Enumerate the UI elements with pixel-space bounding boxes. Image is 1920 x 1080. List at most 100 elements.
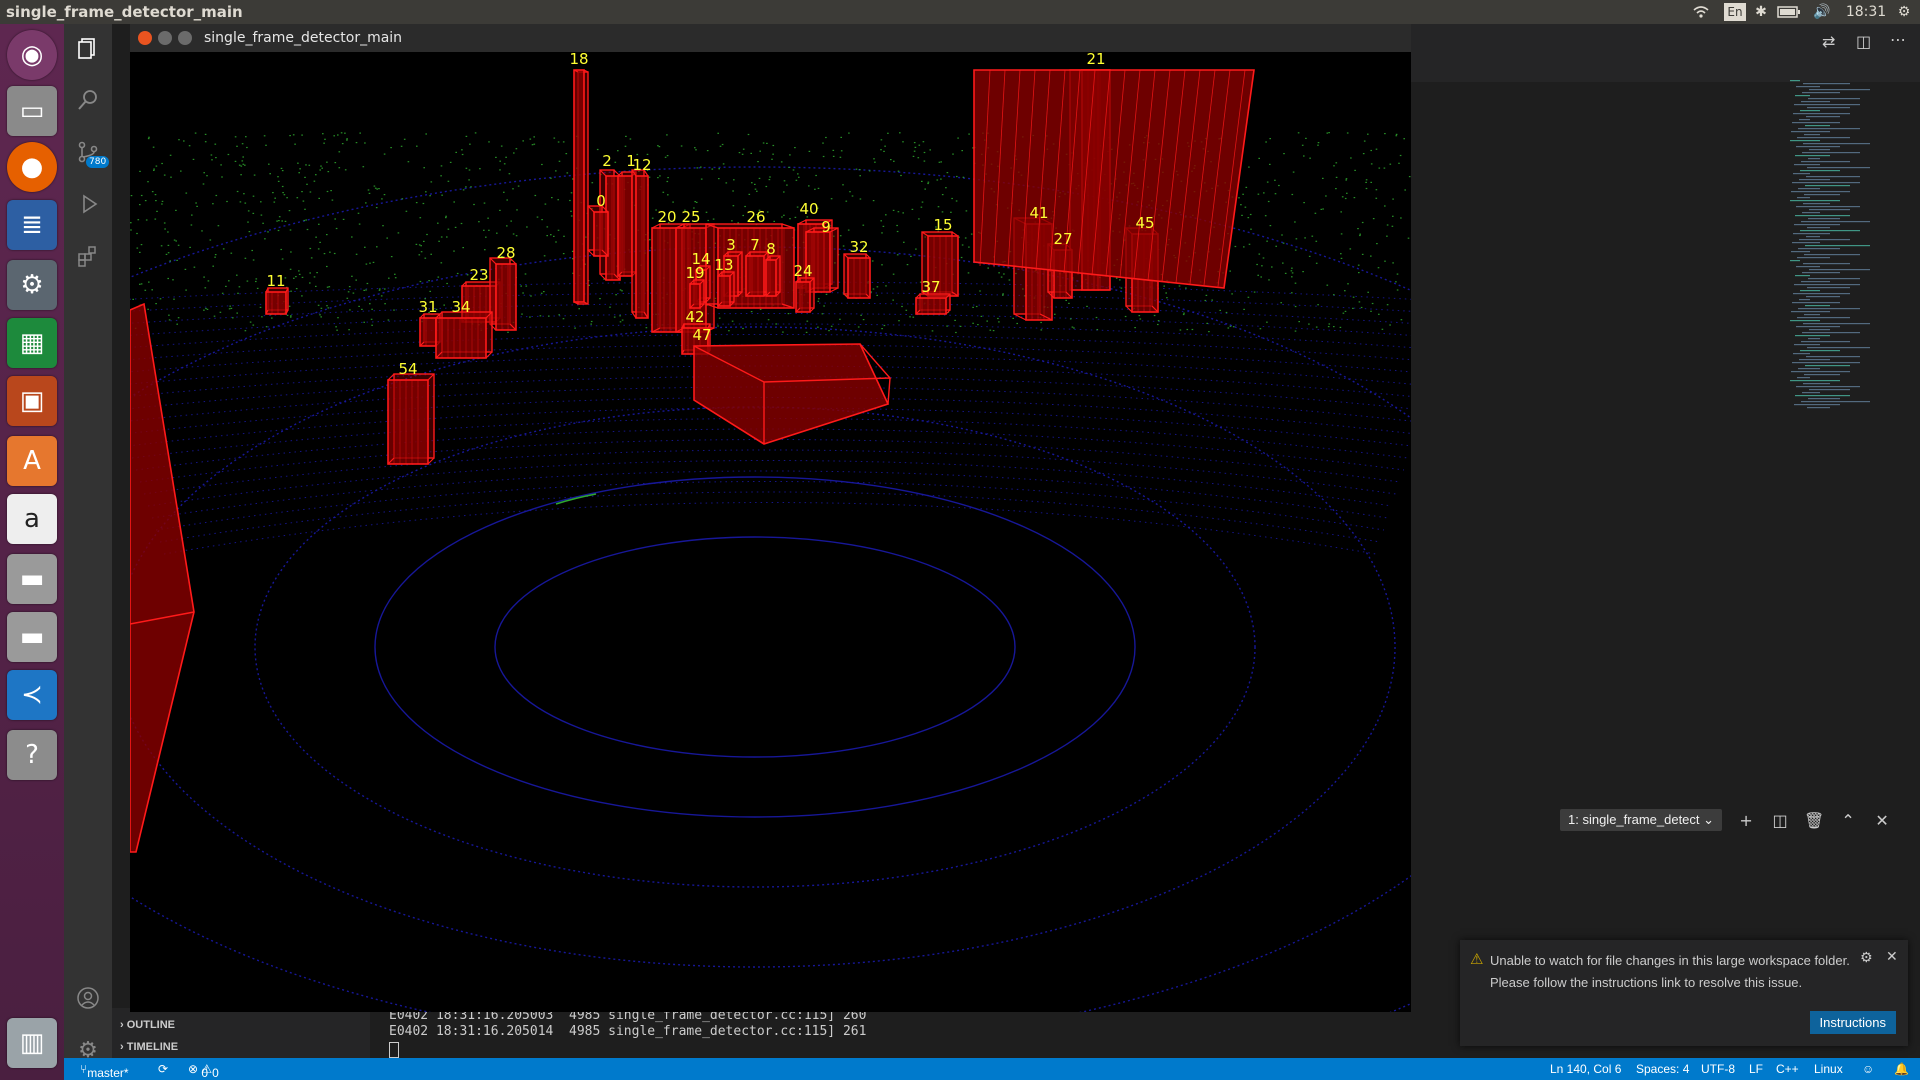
instructions-button[interactable]: Instructions [1809, 1011, 1896, 1034]
writer-icon[interactable]: ≣ [7, 200, 57, 250]
detector-window-titlebar[interactable]: single_frame_detector_main [130, 24, 1411, 52]
calc-icon[interactable]: ▦ [7, 318, 57, 368]
object-point [541, 219, 543, 221]
object-point [892, 209, 895, 211]
kill-terminal-icon[interactable]: 🗑 [1804, 811, 1824, 830]
language-mode[interactable]: C++ [1776, 1062, 1799, 1076]
extensions-icon[interactable] [64, 232, 112, 280]
object-point [1362, 153, 1365, 155]
object-point [578, 308, 580, 310]
run-debug-icon[interactable] [64, 180, 112, 228]
object-point [901, 305, 903, 308]
problems-status[interactable]: ⊗ 0 ⚠ 0 [188, 1062, 219, 1080]
object-point [303, 219, 306, 222]
gear-icon[interactable]: ⚙ [1894, 0, 1914, 24]
software-center-icon[interactable]: A [7, 436, 57, 486]
notification-close-icon[interactable]: ✕ [1886, 949, 1898, 965]
object-point [324, 138, 326, 140]
object-point [153, 169, 155, 171]
maximize-panel-icon[interactable]: ⌃ [1838, 811, 1858, 830]
object-point [214, 256, 216, 258]
object-point [906, 264, 909, 266]
amazon-icon[interactable]: a [7, 494, 57, 544]
object-point [657, 177, 659, 179]
object-point [221, 292, 224, 294]
close-panel-icon[interactable]: ✕ [1872, 811, 1892, 830]
object-point [454, 226, 457, 228]
object-point [445, 215, 447, 217]
encoding[interactable]: UTF-8 [1701, 1062, 1735, 1076]
new-terminal-icon[interactable]: + [1736, 811, 1756, 830]
object-point [817, 187, 820, 189]
compare-changes-icon[interactable]: ⇄ [1822, 32, 1835, 51]
object-point [1400, 319, 1403, 321]
window-maximize-button[interactable] [178, 31, 192, 45]
object-point [290, 251, 292, 253]
keyboard-layout-indicator[interactable]: En [1724, 3, 1746, 21]
object-point [355, 253, 358, 255]
help-icon[interactable]: ? [7, 730, 57, 780]
object-point [346, 138, 348, 140]
disk-icon-2[interactable]: ▬ [7, 612, 57, 662]
cursor-position[interactable]: Ln 140, Col 6 [1550, 1062, 1621, 1076]
object-point [1315, 326, 1318, 328]
bluetooth-icon[interactable]: ✱ [1752, 0, 1770, 24]
object-point [443, 304, 445, 306]
source-control-icon[interactable]: 780 [64, 128, 112, 176]
object-point [1134, 327, 1136, 329]
minimap[interactable] [1786, 80, 1906, 420]
object-point [1291, 276, 1293, 278]
files-icon[interactable]: ▭ [7, 86, 57, 136]
object-point [954, 319, 956, 321]
branch-status[interactable]: ⑂ master* [80, 1062, 129, 1080]
pointcloud-viewport[interactable]: 18 212 112020 25 26 4093 7 81419 13 2432154127451… [130, 52, 1411, 1012]
feedback-icon[interactable]: ☺ [1862, 1062, 1874, 1076]
more-actions-icon[interactable]: ⋯ [1890, 30, 1906, 49]
settings-icon[interactable]: ⚙ [7, 260, 57, 310]
window-minimize-button[interactable] [158, 31, 172, 45]
object-point [524, 273, 527, 275]
detector-window[interactable]: single_frame_detector_main 18 21 2 1 12 0 20 25… [130, 24, 1411, 1012]
sync-icon[interactable]: ⟳ [158, 1062, 168, 1076]
minimap-line [1802, 152, 1860, 154]
firefox-icon[interactable]: ● [7, 142, 57, 192]
window-close-button[interactable] [138, 31, 152, 45]
indentation[interactable]: Spaces: 4 [1636, 1062, 1689, 1076]
notifications-bell-icon[interactable]: 🔔 [1894, 1062, 1909, 1076]
object-point [212, 265, 214, 267]
object-point [1291, 193, 1294, 196]
battery-icon[interactable] [1776, 0, 1802, 24]
object-point [237, 292, 239, 294]
vscode-icon[interactable]: ≺ [7, 670, 57, 720]
volume-icon[interactable]: 🔊 [1812, 0, 1832, 24]
trash-icon[interactable]: ▥ [7, 1018, 57, 1068]
explorer-icon[interactable] [64, 24, 112, 72]
account-icon[interactable] [64, 974, 112, 1022]
object-point [700, 166, 702, 168]
os-indicator[interactable]: Linux [1814, 1062, 1843, 1076]
terminal-select[interactable]: 1: single_frame_detect ⌄ [1560, 809, 1723, 831]
split-terminal-icon[interactable]: ◫ [1770, 811, 1790, 830]
object-point [979, 290, 981, 292]
object-point [401, 198, 404, 200]
clock[interactable]: 18:31 [1846, 0, 1886, 24]
impress-icon[interactable]: ▣ [7, 376, 57, 426]
eol[interactable]: LF [1749, 1062, 1763, 1076]
object-point [140, 283, 143, 285]
object-point [425, 191, 427, 193]
terminal-select-label: 1: single_frame_detect [1568, 812, 1700, 827]
ubuntu-dash-icon[interactable]: ◉ [7, 30, 57, 80]
notification-settings-icon[interactable]: ⚙ [1860, 950, 1873, 966]
disk-icon[interactable]: ▬ [7, 554, 57, 604]
object-point [1384, 260, 1386, 262]
search-icon[interactable] [64, 76, 112, 124]
minimap-line [1790, 80, 1800, 82]
object-point [288, 305, 291, 307]
split-editor-icon[interactable]: ◫ [1856, 32, 1871, 51]
object-point [756, 190, 758, 192]
object-point [470, 186, 472, 188]
object-point [707, 219, 709, 222]
wifi-icon[interactable] [1690, 0, 1712, 24]
timeline-section[interactable]: › TIMELINE [120, 1041, 178, 1053]
outline-section[interactable]: › OUTLINE [120, 1019, 175, 1031]
